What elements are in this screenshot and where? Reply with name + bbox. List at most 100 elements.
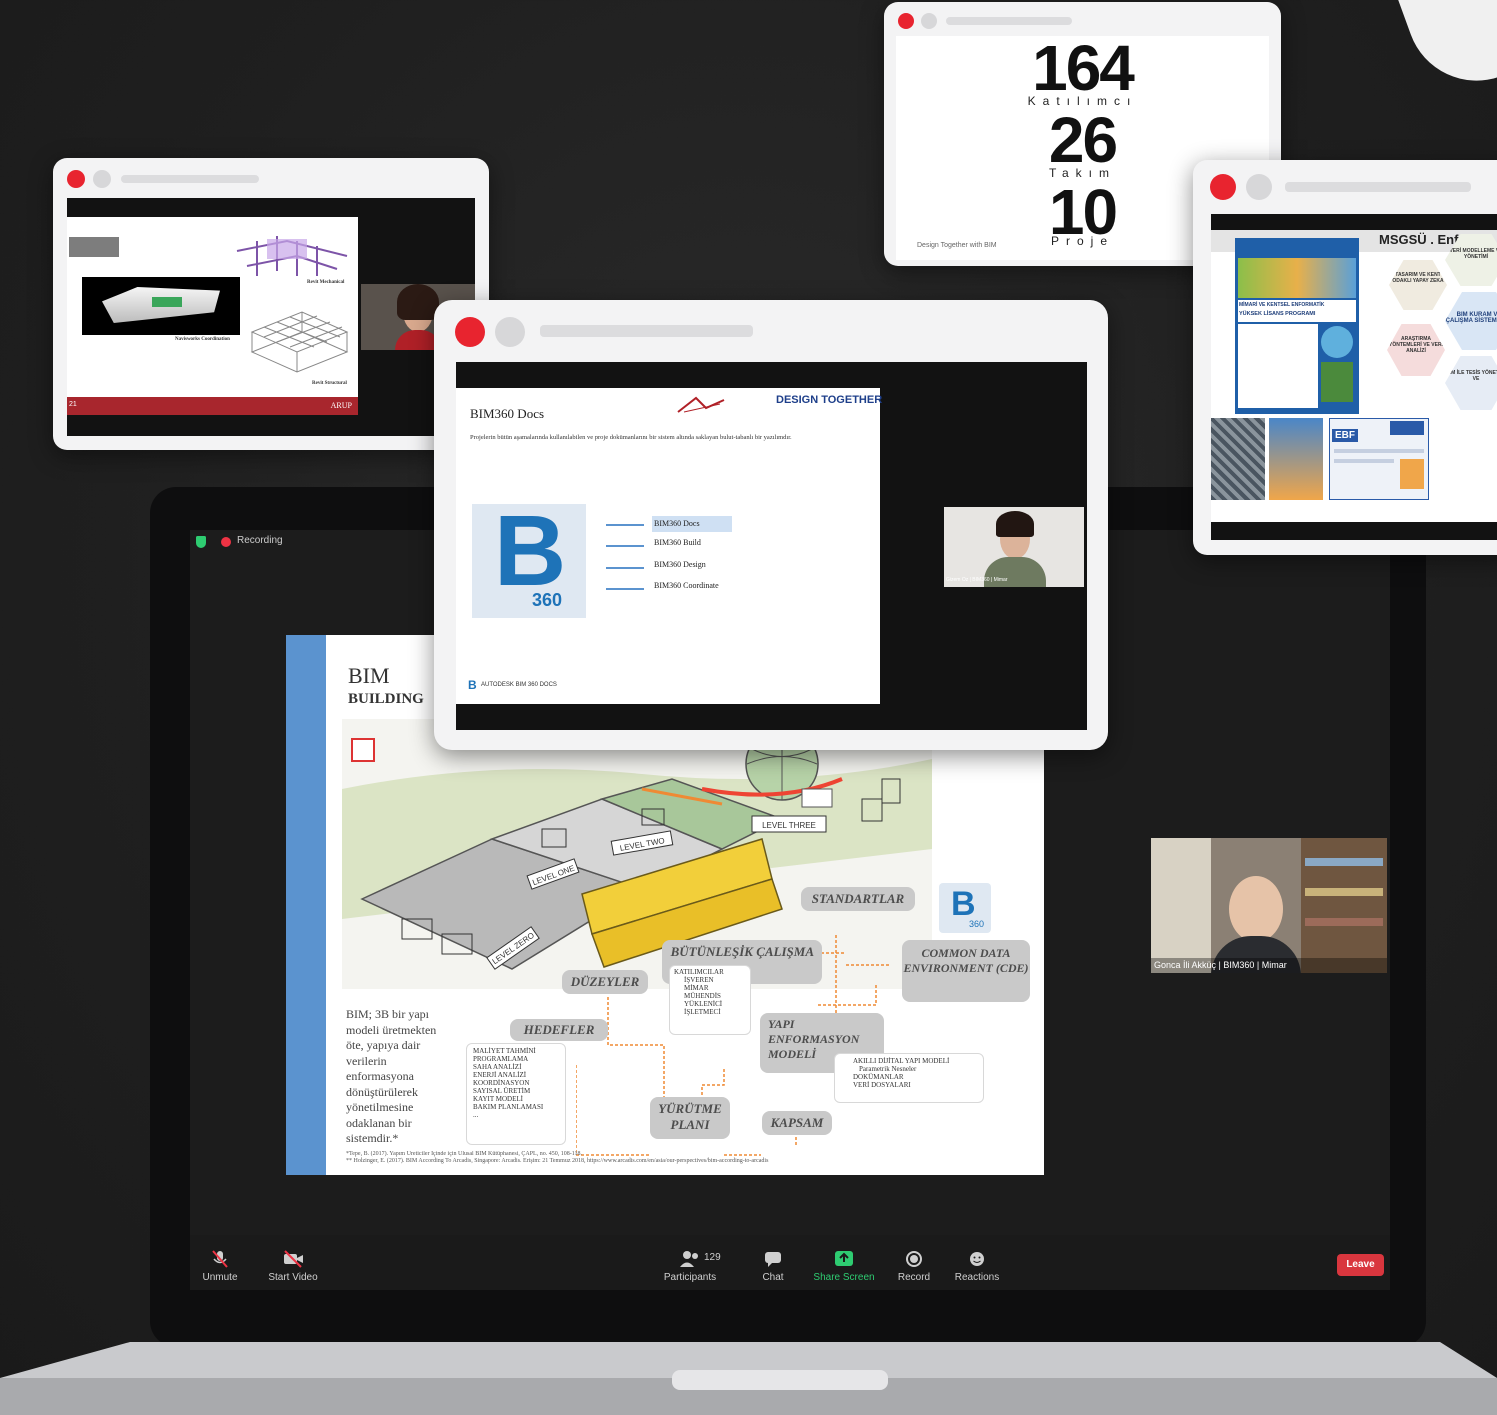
design-together-logo <box>677 396 725 413</box>
list-item: SAYISAL ÜRETİM <box>473 1087 531 1095</box>
slide-subtitle: BUILDING <box>348 691 424 707</box>
list-item: VERİ DOSYALARI <box>853 1081 911 1089</box>
list-item: İŞVEREN <box>684 976 714 984</box>
share-screen-button[interactable]: Share Screen <box>804 1250 884 1283</box>
reactions-button[interactable]: Reactions <box>937 1250 1017 1283</box>
list-item: İŞLETMECİ <box>684 1008 721 1016</box>
minimize-dot[interactable] <box>1246 174 1272 200</box>
duzeyler-box: DÜZEYLER <box>562 970 648 994</box>
cde-box: COMMON DATA ENVIRONMENT (CDE) <box>902 940 1030 1002</box>
katilimcilar-title: KATILIMCILAR <box>674 968 724 976</box>
hex-item: BIM KURAM VE ÇALIŞMA SİSTEMATİĞİ <box>1445 292 1497 350</box>
slide-blue-bar <box>286 635 326 1175</box>
address-bar <box>540 325 753 337</box>
list-item: ... <box>473 1111 479 1119</box>
close-dot[interactable] <box>67 170 85 188</box>
book-cover <box>1269 418 1323 500</box>
speaker-caption: Gonca İli Akküç | BIM360 | Mimar <box>1154 960 1287 970</box>
unmute-button[interactable]: Unmute <box>180 1250 260 1283</box>
ebf-poster: EBF <box>1329 418 1429 500</box>
list-item: MALİYET TAHMİNİ <box>473 1047 536 1055</box>
bim360-docs-item: BIM360 Docs <box>652 516 732 532</box>
structural-model <box>250 311 349 373</box>
bim360-paragraph: Projelerin bütün aşamalarında kullanılab… <box>470 434 792 441</box>
poster-title: MİMARİ VE KENTSEL ENFORMATİK <box>1239 302 1325 308</box>
katilimcilar-box: KATILIMCILAR İŞVEREN MİMAR MÜHENDİS YÜKL… <box>669 965 751 1035</box>
shield-icon <box>196 536 206 548</box>
bim360-logo: B 360 <box>472 496 586 618</box>
revit-screen: Revit Mechanical Navisworks Coordination… <box>67 198 475 436</box>
recording-label: Recording <box>237 535 283 546</box>
laptop-base <box>0 1342 1497 1415</box>
poster-subtitle: YÜKSEK LİSANS PROGRAMI <box>1239 311 1316 317</box>
speaker-face <box>1229 876 1283 942</box>
list-item: KAYIT MODELİ <box>473 1095 523 1103</box>
chat-button[interactable]: Chat <box>733 1250 813 1283</box>
arup-logo: ARUP <box>330 401 352 410</box>
bim-definition: BIM; 3B bir yapı modeli üretmekten öte, … <box>346 1007 437 1145</box>
slide-title: BIM <box>348 663 390 688</box>
list-item: KOORDİNASYON <box>473 1079 530 1087</box>
standartlar-box: STANDARTLAR <box>801 887 915 911</box>
participants-count: 164 <box>1032 32 1135 104</box>
autodesk-b-icon: B <box>468 678 477 692</box>
list-item: AKILLI DİJİTAL YAPI MODELİ <box>853 1057 950 1065</box>
label-navisworks: Navisworks Coordination <box>175 337 230 342</box>
address-bar <box>121 175 259 183</box>
revit-slide: Revit Mechanical Navisworks Coordination… <box>67 217 358 415</box>
hex-item: ARAŞTIRMA YÖNTEMLERİ VE VERİ ANALİZİ <box>1387 324 1445 376</box>
stats-footer: Design Together with BIM <box>917 242 997 249</box>
mic-muted-icon <box>212 1250 228 1268</box>
bim360-slide-title: BIM360 Docs <box>470 406 545 421</box>
close-dot[interactable] <box>1210 174 1236 200</box>
program-poster: MİMARİ VE KENTSEL ENFORMATİK YÜKSEK LİSA… <box>1235 238 1359 414</box>
minimize-dot[interactable] <box>921 13 937 29</box>
bim360-logo-small: B 360 <box>939 883 991 933</box>
label-revit-structural: Revit Structural <box>312 381 347 386</box>
arup-footer: 21 ARUP <box>67 397 358 415</box>
video-off-icon <box>284 1250 303 1268</box>
participants-icon <box>680 1251 698 1267</box>
enformatik-screen: MSGSÜ . Enforma MİMARİ VE KENTSEL ENFORM… <box>1211 214 1497 540</box>
autodesk-footer: AUTODESK BIM 360 DOCS <box>481 682 557 688</box>
bim360-logo-number: 360 <box>532 590 563 610</box>
leave-button[interactable]: Leave <box>1337 1254 1384 1276</box>
presenter-caption: Gizem Oz | BIM360 | Mimar <box>946 577 1008 583</box>
enformatik-card: MSGSÜ . Enforma MİMARİ VE KENTSEL ENFORM… <box>1193 160 1497 555</box>
start-video-button[interactable]: Start Video <box>253 1250 333 1283</box>
speaker-video-tile[interactable]: Gonca İli Akküç | BIM360 | Mimar <box>1151 838 1387 973</box>
share-screen-icon <box>835 1251 853 1266</box>
minimize-dot[interactable] <box>93 170 111 188</box>
model-list-box: AKILLI DİJİTAL YAPI MODELİ Parametrik Ne… <box>834 1053 984 1103</box>
yurutme-box: YÜRÜTME PLANI <box>650 1097 730 1139</box>
presenter-video-tile[interactable]: Gizem Oz | BIM360 | Mimar <box>944 507 1084 587</box>
bim360-card: BIM360 Docs DESIGN TOGETHER Projelerin b… <box>434 300 1108 750</box>
corner-card-fragment <box>1393 0 1497 101</box>
ebf-label: EBF <box>1332 429 1358 442</box>
minimize-dot[interactable] <box>495 317 525 347</box>
list-item: SAHA ANALİZİ <box>473 1063 522 1071</box>
address-bar <box>1285 182 1471 192</box>
address-bar <box>946 17 1072 25</box>
list-item: ENERJİ ANALİZİ <box>473 1071 527 1079</box>
list-item: DOKÜMANLAR <box>853 1073 904 1081</box>
design-together-brand: DESIGN TOGETHER <box>776 394 883 406</box>
record-icon <box>906 1251 922 1267</box>
footnote-2: ** Holzinger, E. (2017). BIM According T… <box>346 1158 769 1164</box>
kapsam-box: KAPSAM <box>762 1111 832 1135</box>
smiley-icon <box>970 1252 984 1266</box>
close-dot[interactable] <box>898 13 914 29</box>
revit-card: Revit Mechanical Navisworks Coordination… <box>53 158 489 450</box>
list-item: PROGRAMLAMA <box>473 1055 529 1063</box>
bim360-design-item: BIM360 Design <box>654 560 706 569</box>
mechanical-model <box>236 236 348 276</box>
slide-number: 21 <box>69 401 77 408</box>
enformatik-slide: MSGSÜ . Enforma MİMARİ VE KENTSEL ENFORM… <box>1211 230 1497 522</box>
list-item: BAKIM PLANLAMASI <box>473 1103 544 1111</box>
close-dot[interactable] <box>455 317 485 347</box>
hex-item: TASARIM VE KENT ODAKLI YAPAY ZEKA <box>1389 260 1447 310</box>
list-item: Parametrik Nesneler <box>859 1065 917 1073</box>
footnotes: *Tepe, B. (2017). Yapım Üreticiler İçind… <box>346 1151 1036 1165</box>
list-item: MÜHENDİS <box>684 992 721 1000</box>
footnote-1: *Tepe, B. (2017). Yapım Üreticiler İçind… <box>346 1151 582 1157</box>
